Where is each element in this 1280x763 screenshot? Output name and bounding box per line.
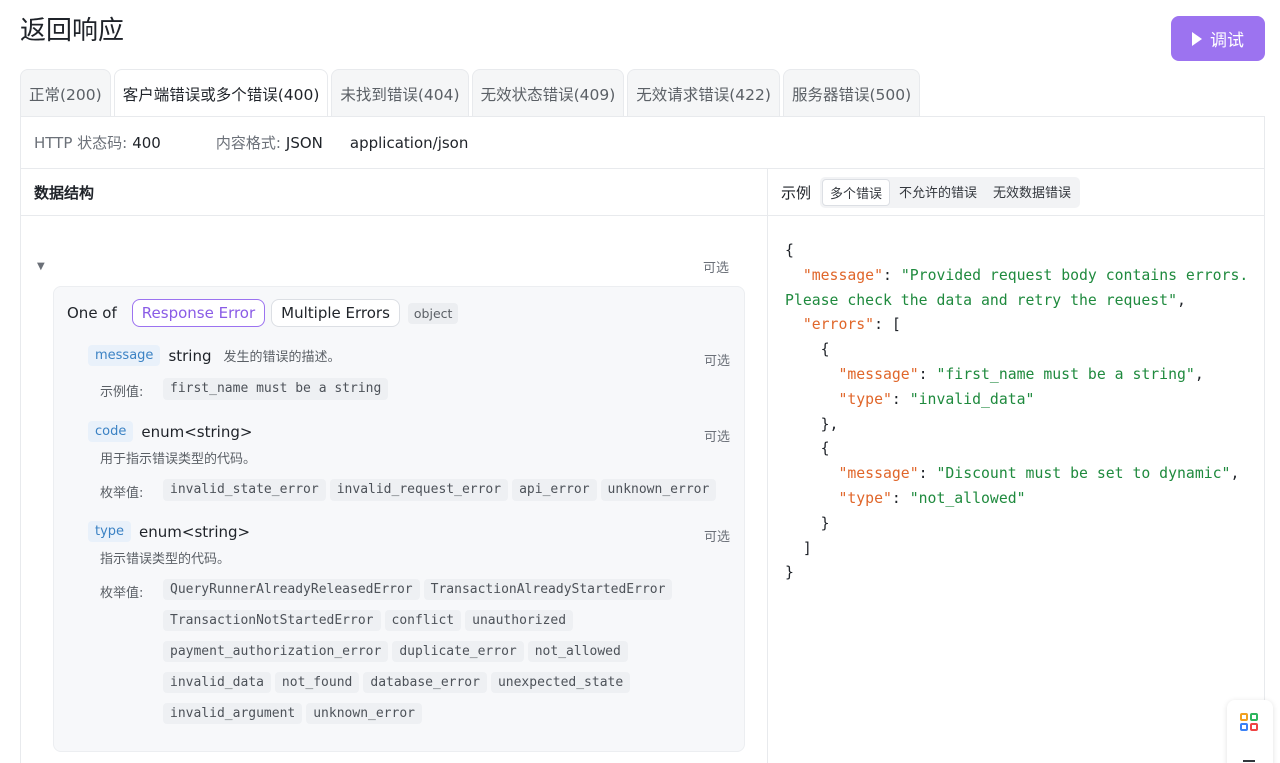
schema-heading: 数据结构 — [21, 169, 767, 216]
mime-type: application/json — [349, 133, 469, 152]
optional-code: 可选 — [704, 430, 731, 445]
tab-404[interactable]: 未找到错误(404) — [331, 69, 469, 117]
caret-down-icon[interactable]: ▼ — [37, 261, 45, 272]
enum-value: payment_authorization_error — [163, 641, 389, 662]
example-tab-multiple[interactable]: 多个错误 — [822, 178, 891, 206]
field-desc: 指示错误类型的代码。 — [100, 552, 231, 567]
minus-icon[interactable] — [1243, 760, 1255, 762]
response-panel: HTTP 状态码: 400 内容格式: JSON application/jso… — [20, 116, 1265, 763]
enum-value: TransactionAlreadyStartedError — [423, 579, 673, 600]
tab-400[interactable]: 客户端错误或多个错误(400) — [113, 69, 329, 117]
variant-multiple-errors[interactable]: Multiple Errors — [271, 299, 400, 327]
json-example: { "message": "Provided request body cont… — [785, 242, 1258, 582]
example-heading: 示例 — [781, 183, 812, 202]
tab-500[interactable]: 服务器错误(500) — [782, 69, 921, 117]
field-name: message — [88, 345, 161, 366]
optional-type: 可选 — [704, 530, 731, 545]
enum-value: unknown_error — [306, 703, 422, 724]
status-label: HTTP 状态码: — [34, 134, 128, 152]
tab-422[interactable]: 无效请求错误(422) — [627, 69, 780, 117]
format-value: JSON — [285, 133, 323, 152]
one-of-label: One of — [67, 304, 117, 322]
field-type-def: type enum<string> 指示错误类型的代码。 枚举值: QueryR… — [88, 521, 703, 724]
example-header: 示例 多个错误 不允许的错误 无效数据错误 — [768, 169, 1265, 216]
enum-value: duplicate_error — [392, 641, 524, 662]
enum-value: unknown_error — [600, 479, 717, 501]
field-desc: 发生的错误的描述。 — [223, 350, 341, 365]
enum-value: not_allowed — [527, 641, 628, 662]
enum-value: invalid_request_error — [329, 479, 509, 501]
tab-200[interactable]: 正常(200) — [20, 69, 111, 117]
play-icon — [1192, 31, 1202, 46]
enum-value: not_found — [274, 672, 360, 693]
field-type: string — [168, 346, 212, 365]
status-value: 400 — [132, 133, 161, 152]
enum-value: TransactionNotStartedError — [163, 610, 381, 631]
optional-message: 可选 — [704, 354, 731, 369]
enum-value: unexpected_state — [490, 672, 631, 693]
enum-value: api_error — [512, 479, 597, 501]
schema-column: 数据结构 ▼ 可选 One of Response Error Multiple… — [21, 169, 768, 763]
tab-409[interactable]: 无效状态错误(409) — [471, 69, 625, 117]
enum-value: invalid_argument — [163, 703, 303, 724]
example-column: 示例 多个错误 不允许的错误 无效数据错误 { "message": "Prov… — [768, 169, 1265, 763]
object-tag: object — [407, 302, 459, 324]
example-value: first_name must be a string — [163, 378, 389, 400]
example-tabs: 多个错误 不允许的错误 无效数据错误 — [820, 176, 1081, 208]
field-type: enum<string> — [141, 422, 253, 441]
enum-label: 枚举值: — [100, 586, 144, 601]
variant-response-error[interactable]: Response Error — [131, 299, 266, 327]
debug-button-label: 调试 — [1210, 31, 1244, 51]
page-title: 返回响应 — [20, 16, 125, 46]
format-label: 内容格式: — [215, 134, 281, 152]
field-code: code enum<string> 用于指示错误类型的代码。 枚举值: inva… — [88, 421, 743, 501]
enum-value: invalid_state_error — [163, 479, 326, 501]
response-meta: HTTP 状态码: 400 内容格式: JSON application/jso… — [21, 117, 1264, 169]
debug-button[interactable]: 调试 — [1171, 16, 1265, 61]
enum-value: conflict — [384, 610, 462, 631]
field-name: type — [88, 521, 132, 542]
field-desc: 用于指示错误类型的代码。 — [100, 452, 257, 467]
enum-value: database_error — [363, 672, 487, 693]
response-tabs: 正常(200) 客户端错误或多个错误(400) 未找到错误(404) 无效状态错… — [20, 69, 921, 117]
floating-toolbar — [1227, 700, 1273, 763]
enum-value: invalid_data — [163, 672, 271, 693]
example-tab-not-allowed[interactable]: 不允许的错误 — [892, 179, 984, 206]
optional-root: 可选 — [703, 261, 730, 276]
example-tab-invalid-data[interactable]: 无效数据错误 — [986, 179, 1078, 206]
one-of-box: One of Response Error Multiple Errors ob… — [53, 286, 745, 752]
field-name: code — [88, 421, 134, 442]
field-message: message string 发生的错误的描述。 示例值: first_name… — [88, 345, 743, 400]
one-of-row: One of Response Error Multiple Errors ob… — [67, 299, 459, 327]
field-type: enum<string> — [139, 522, 251, 541]
enum-value: unauthorized — [465, 610, 574, 631]
example-label: 示例值: — [100, 385, 144, 400]
apps-grid-icon[interactable] — [1240, 713, 1258, 731]
enum-label: 枚举值: — [100, 486, 144, 501]
enum-value: QueryRunnerAlreadyReleasedError — [163, 579, 420, 600]
